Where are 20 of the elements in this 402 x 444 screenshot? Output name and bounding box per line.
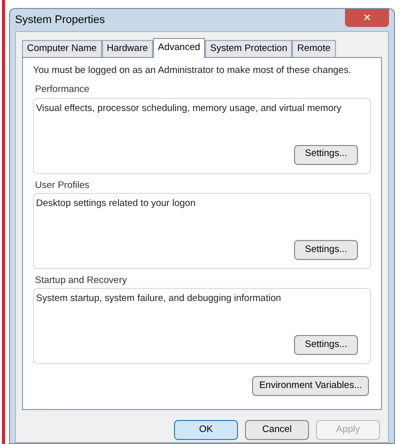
dialog-button[interactable]: OK bbox=[174, 420, 238, 440]
tab[interactable]: System Protection bbox=[205, 40, 292, 57]
settings-button[interactable]: Settings... bbox=[294, 240, 358, 260]
group-description: Visual effects, processor scheduling, memory usage, and virtual memory bbox=[36, 102, 342, 116]
notice-text: You must be logged on as an Administrator to make most of these changes. bbox=[33, 64, 352, 78]
tab[interactable]: Advanced bbox=[152, 38, 206, 58]
dialog-button[interactable]: Cancel bbox=[245, 420, 309, 440]
group-title: Startup and Recovery bbox=[35, 274, 128, 288]
group-title: User Profiles bbox=[35, 178, 90, 192]
environment-variables-button[interactable]: Environment Variables... bbox=[252, 376, 369, 396]
tab[interactable]: Hardware bbox=[102, 40, 153, 57]
tab[interactable]: Remote bbox=[292, 40, 336, 57]
window-title: System Properties bbox=[15, 12, 105, 28]
group-description: Desktop settings related to your logon bbox=[36, 196, 196, 211]
settings-button[interactable]: Settings... bbox=[294, 144, 358, 164]
close-button[interactable]: ✕ bbox=[345, 9, 389, 27]
group-title: Performance bbox=[35, 83, 90, 98]
settings-button[interactable]: Settings... bbox=[294, 335, 358, 355]
tab[interactable]: Computer Name bbox=[22, 40, 102, 57]
group-description: System startup, system failure, and debugging information bbox=[36, 292, 282, 306]
